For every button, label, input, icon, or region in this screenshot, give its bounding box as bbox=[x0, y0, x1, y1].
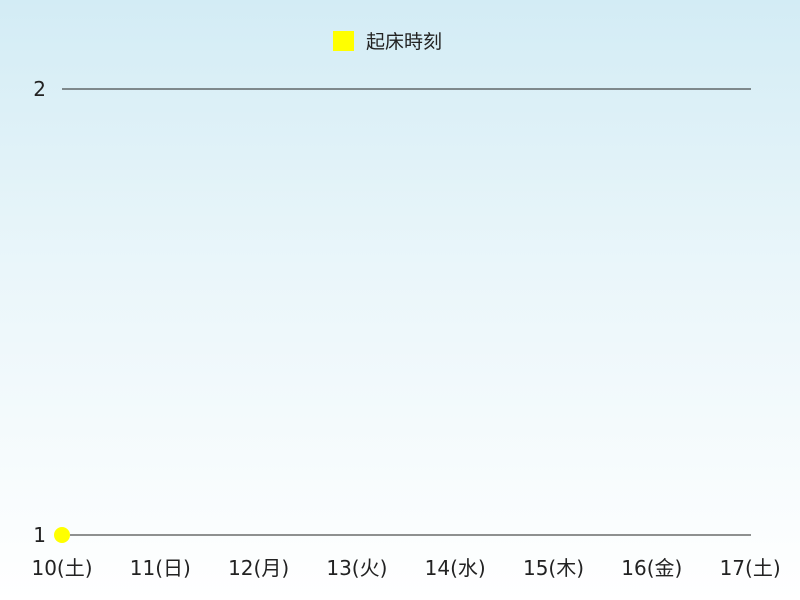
x-tick-label: 11(日) bbox=[130, 556, 191, 580]
line-chart: 起床時刻 12 10(土) 11(日) 12(月) 13(火) 14(水) 15(木) 16… bbox=[31, 31, 781, 580]
x-tick-label: 12(月) bbox=[228, 556, 289, 580]
x-axis-tick-labels: 10(土) 11(日) 12(月) 13(火) 14(水) 15(木) 16(金) 17(土) bbox=[31, 556, 780, 580]
x-tick-label: 16(金) bbox=[621, 556, 682, 580]
y-axis-tick-labels: 12 bbox=[33, 77, 46, 547]
x-tick-label: 15(木) bbox=[523, 556, 584, 580]
y-tick-label: 2 bbox=[33, 77, 46, 101]
legend[interactable]: 起床時刻 bbox=[333, 31, 442, 53]
legend-label-wake-time: 起床時刻 bbox=[366, 31, 442, 53]
x-tick-label: 17(土) bbox=[720, 556, 781, 580]
y-tick-label: 1 bbox=[33, 523, 46, 547]
legend-swatch-wake-time bbox=[333, 31, 354, 51]
x-tick-label: 14(水) bbox=[425, 556, 486, 580]
gridlines bbox=[62, 88, 751, 536]
data-point[interactable] bbox=[54, 527, 70, 543]
x-tick-label: 10(土) bbox=[31, 556, 92, 580]
x-tick-label: 13(火) bbox=[326, 556, 387, 580]
series-marks bbox=[54, 527, 70, 543]
